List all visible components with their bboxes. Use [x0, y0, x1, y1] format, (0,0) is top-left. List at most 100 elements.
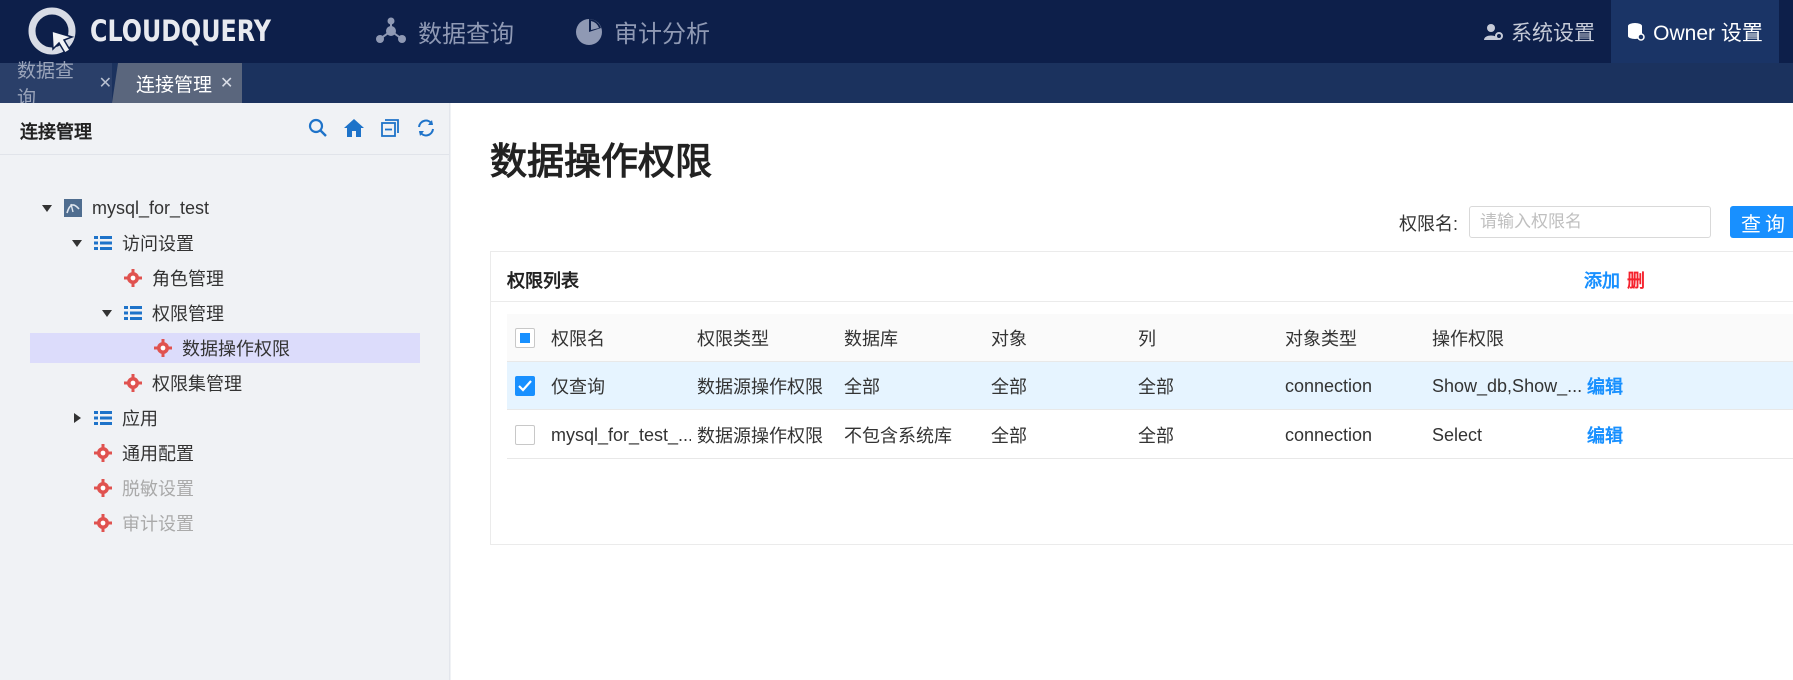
sidebar-title: 连接管理	[20, 122, 92, 142]
database-icon	[64, 199, 82, 217]
search-label: 权限名:	[1399, 214, 1459, 234]
nav-data-query[interactable]: 数据查询	[374, 0, 514, 63]
tree-node-label: 审计设置	[122, 514, 194, 534]
tree-node-mysql-for-test[interactable]: mysql_for_test	[40, 193, 420, 223]
list-icon	[124, 304, 142, 322]
tab-bar: 数据查询 ✕ 连接管理 ✕	[0, 61, 1793, 109]
tree-node-label: 通用配置	[122, 444, 194, 464]
tree-node-masking-settings[interactable]: 脱敏设置	[94, 473, 420, 503]
column-header[interactable]: 操作权限	[1432, 314, 1504, 362]
top-header: CLOUDQUERY 数据查询 审计分析 系统设置 Owner 设置	[0, 0, 1793, 63]
cell-column: 全部	[1138, 426, 1174, 446]
column-header[interactable]: 权限名	[551, 314, 605, 362]
tab-data-query[interactable]: 数据查询 ✕	[0, 61, 112, 109]
sidebar: 连接管理 mysql_for_test 访问设置 角色管理 权限管理 数据操作权…	[0, 103, 450, 680]
gear-icon	[154, 339, 172, 357]
tree-node-data-operation-permission[interactable]: 数据操作权限	[30, 333, 420, 363]
cell-permission-type: 数据源操作权限	[697, 377, 823, 397]
logo-mark-icon	[28, 7, 76, 55]
row-checkbox[interactable]	[515, 425, 535, 445]
table-row[interactable]: 仅查询 数据源操作权限 全部 全部 全部 connection Show_db,…	[507, 362, 1793, 410]
tree-node-label: 脱敏设置	[122, 479, 194, 499]
main-content: 数据操作权限 权限名: 查询 权限列表 添加 删 权限名 权限类型 数据库 对象…	[451, 103, 1793, 680]
edit-link[interactable]: 编辑	[1587, 411, 1623, 459]
cell-database: 全部	[844, 377, 880, 397]
cell-permission-type: 数据源操作权限	[697, 426, 823, 446]
gear-icon	[124, 374, 142, 392]
tree-node-label: mysql_for_test	[92, 197, 210, 218]
tree-node-label: 应用	[122, 409, 158, 429]
row-select-cell	[515, 362, 535, 410]
user-gear-icon	[1484, 23, 1503, 40]
system-settings-label: 系统设置	[1511, 21, 1595, 45]
column-header[interactable]: 权限类型	[697, 314, 769, 362]
delete-button[interactable]: 删	[1627, 267, 1645, 293]
table-row[interactable]: mysql_for_test_... 数据源操作权限 不包含系统库 全部 全部 …	[507, 411, 1793, 459]
caret-down-icon[interactable]	[100, 306, 114, 320]
cell-operation-permission: Select	[1432, 424, 1483, 445]
caret-right-icon[interactable]	[70, 411, 84, 425]
caret-down-icon[interactable]	[70, 236, 84, 250]
permission-list-card: 权限列表 添加 删 权限名 权限类型 数据库 对象 列 对象类型 操作权限 仅查…	[490, 251, 1793, 545]
tree-node-general-config[interactable]: 通用配置	[94, 438, 420, 468]
row-checkbox[interactable]	[515, 376, 535, 396]
close-icon[interactable]: ✕	[99, 73, 112, 93]
database-gear-icon	[1628, 22, 1645, 41]
system-settings-button[interactable]: 系统设置	[1483, 0, 1595, 63]
owner-settings-label: Owner 设置	[1653, 21, 1763, 45]
tab-label: 连接管理	[136, 74, 213, 96]
tab-connection-management[interactable]: 连接管理 ✕	[112, 63, 242, 103]
tree-node-role-management[interactable]: 角色管理	[124, 263, 420, 293]
tree-node-label: 访问设置	[122, 234, 194, 254]
tree-node-access-settings[interactable]: 访问设置	[70, 228, 420, 258]
tree-node-label: 角色管理	[152, 269, 224, 289]
column-header[interactable]: 列	[1138, 314, 1156, 362]
tree-node-application[interactable]: 应用	[70, 403, 420, 433]
table-header-row: 权限名 权限类型 数据库 对象 列 对象类型 操作权限	[507, 314, 1793, 362]
molecule-icon	[376, 17, 406, 43]
nav-audit-analysis-label: 审计分析	[614, 21, 710, 48]
tree-node-permission-management[interactable]: 权限管理	[100, 298, 420, 328]
caret-down-icon[interactable]	[40, 201, 54, 215]
column-header[interactable]: 数据库	[844, 314, 898, 362]
select-all-checkbox[interactable]	[515, 328, 535, 348]
cell-object-type: connection	[1285, 424, 1373, 445]
permission-name-search-input[interactable]	[1469, 206, 1711, 238]
tree-node-permission-set-management[interactable]: 权限集管理	[124, 368, 420, 398]
nav-data-query-label: 数据查询	[418, 21, 514, 48]
column-header[interactable]: 对象类型	[1285, 314, 1357, 362]
close-icon[interactable]: ✕	[220, 73, 233, 93]
list-icon	[94, 409, 112, 427]
cell-permission-name: mysql_for_test_...	[551, 424, 691, 445]
sidebar-tools	[307, 117, 437, 139]
nav-audit-analysis[interactable]: 审计分析	[574, 0, 710, 63]
tree-node-label: 权限管理	[152, 304, 224, 324]
row-select-cell	[515, 411, 535, 459]
owner-settings-button[interactable]: Owner 设置	[1611, 0, 1779, 63]
tab-label: 数据查询	[17, 61, 75, 109]
search-button[interactable]: 查询	[1730, 206, 1793, 238]
home-icon[interactable]	[343, 117, 365, 139]
gear-icon	[94, 444, 112, 462]
column-header[interactable]: 对象	[991, 314, 1027, 362]
collapse-icon[interactable]	[379, 117, 401, 139]
cell-database: 不包含系统库	[844, 426, 952, 446]
refresh-icon[interactable]	[415, 117, 437, 139]
cell-operation-permission: Show_db,Show_...	[1432, 375, 1582, 396]
checkmark-icon	[518, 380, 532, 392]
cell-object-type: connection	[1285, 375, 1373, 396]
select-all-cell	[515, 314, 535, 362]
cell-object: 全部	[991, 377, 1027, 397]
edit-link[interactable]: 编辑	[1587, 362, 1623, 410]
gear-icon	[124, 269, 142, 287]
card-header: 权限列表 添加 删	[491, 252, 1793, 302]
search-icon[interactable]	[307, 117, 329, 139]
gear-icon	[94, 479, 112, 497]
page-title: 数据操作权限	[490, 141, 712, 182]
cell-object: 全部	[991, 426, 1027, 446]
list-icon	[94, 234, 112, 252]
add-button[interactable]: 添加	[1584, 267, 1620, 293]
logo[interactable]: CLOUDQUERY	[28, 4, 311, 58]
tree-node-audit-settings[interactable]: 审计设置	[94, 508, 420, 538]
cell-column: 全部	[1138, 377, 1174, 397]
